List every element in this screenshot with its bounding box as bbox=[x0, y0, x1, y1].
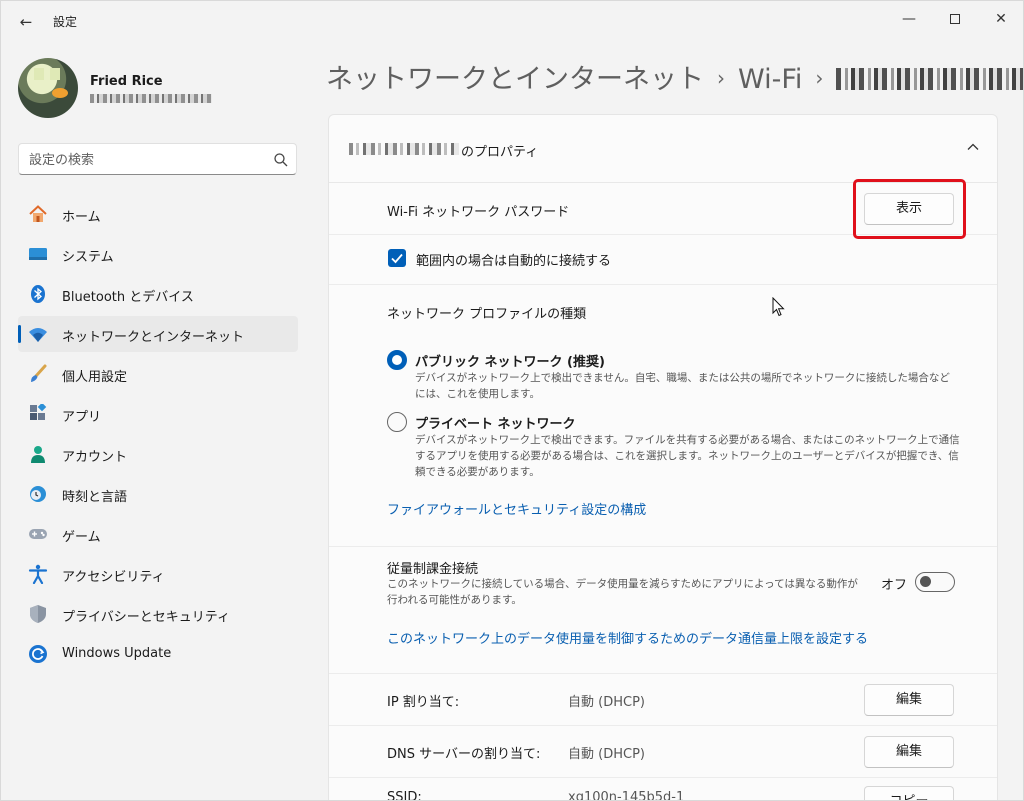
edit-dns-button[interactable]: 編集 bbox=[864, 736, 954, 768]
sidebar-item-label: Bluetooth とデバイス bbox=[62, 290, 194, 305]
breadcrumb-separator: › bbox=[717, 66, 725, 90]
breadcrumb-network-name-redacted bbox=[836, 68, 1023, 90]
sidebar-item-label: プライバシーとセキュリティ bbox=[62, 610, 230, 625]
clock-globe-icon bbox=[30, 486, 46, 502]
wifi-icon bbox=[29, 328, 47, 342]
breadcrumb-separator: › bbox=[815, 66, 824, 90]
sidebar-item-label: ゲーム bbox=[62, 530, 101, 545]
settings-window: ← 設定 — ✕ Fried Rice ホーム bbox=[0, 0, 1024, 801]
checkmark-icon bbox=[391, 253, 403, 264]
auto-connect-label: 範囲内の場合は自動的に接続する bbox=[416, 254, 612, 269]
maximize-icon bbox=[950, 14, 960, 24]
sidebar-item-label: ネットワークとインターネット bbox=[62, 330, 245, 345]
ip-assignment-value: 自動 (DHCP) bbox=[568, 695, 645, 710]
highlight-annotation bbox=[853, 179, 966, 239]
shield-icon bbox=[30, 605, 46, 623]
sidebar-item-label: ホーム bbox=[62, 210, 101, 225]
edit-ip-button[interactable]: 編集 bbox=[864, 684, 954, 716]
user-email-redacted bbox=[90, 94, 212, 103]
avatar[interactable] bbox=[18, 58, 78, 118]
sidebar-item-label: Windows Update bbox=[62, 646, 172, 661]
account-icon bbox=[31, 446, 45, 463]
sidebar-item-label: システム bbox=[62, 250, 114, 265]
sidebar-item-apps[interactable]: アプリ bbox=[18, 396, 298, 432]
title-bar: ← 設定 — ✕ bbox=[1, 1, 1023, 41]
breadcrumb-network[interactable]: ネットワークとインターネット bbox=[326, 64, 704, 95]
avatar-ear bbox=[34, 68, 44, 80]
search-input[interactable] bbox=[29, 150, 264, 170]
sidebar-item-label: アカウント bbox=[62, 450, 128, 465]
gamepad-icon bbox=[29, 529, 47, 539]
sidebar-item-home[interactable]: ホーム bbox=[18, 196, 298, 232]
profile-type-section bbox=[329, 285, 997, 547]
properties-title: のプロパティ bbox=[461, 145, 539, 160]
brush-icon bbox=[31, 364, 47, 382]
sidebar-item-label: アプリ bbox=[62, 410, 102, 425]
close-button[interactable]: ✕ bbox=[978, 7, 1023, 31]
ssid-value: xg100n-145b5d-1 bbox=[568, 790, 685, 801]
dns-assignment-value: 自動 (DHCP) bbox=[568, 747, 645, 762]
minimize-button[interactable]: — bbox=[886, 7, 932, 31]
breadcrumb: ネットワークとインターネット › Wi-Fi › bbox=[326, 57, 1023, 96]
sidebar-item-privacy[interactable]: プライバシーとセキュリティ bbox=[18, 596, 298, 632]
search-icon[interactable] bbox=[273, 152, 289, 168]
sidebar-nav: ホーム システム Bluetooth とデバイス ネットワークとインターネット bbox=[18, 196, 298, 676]
network-name-redacted bbox=[349, 143, 459, 155]
sidebar-item-network[interactable]: ネットワークとインターネット bbox=[18, 316, 298, 352]
sidebar-item-gaming[interactable]: ゲーム bbox=[18, 516, 298, 552]
accessibility-icon bbox=[28, 564, 48, 584]
avatar-plate bbox=[52, 88, 68, 98]
back-button[interactable]: ← bbox=[13, 11, 39, 33]
ssid-label: SSID: bbox=[387, 790, 422, 801]
dns-assignment-row: DNS サーバーの割り当て: 自動 (DHCP) 編集 bbox=[329, 726, 997, 778]
ssid-row: SSID: xg100n-145b5d-1 コピー bbox=[329, 778, 997, 801]
sidebar-item-personalization[interactable]: 個人用設定 bbox=[18, 356, 298, 392]
bluetooth-icon bbox=[31, 285, 45, 303]
sidebar-item-time-language[interactable]: 時刻と言語 bbox=[18, 476, 298, 512]
maximize-button[interactable] bbox=[932, 7, 978, 31]
sidebar-item-system[interactable]: システム bbox=[18, 236, 298, 272]
sidebar-item-windows-update[interactable]: Windows Update bbox=[18, 636, 298, 672]
sidebar-item-label: 時刻と言語 bbox=[62, 490, 128, 505]
update-icon bbox=[29, 645, 47, 663]
apps-icon bbox=[30, 404, 47, 420]
mouse-cursor-icon bbox=[772, 297, 785, 317]
breadcrumb-wifi[interactable]: Wi-Fi bbox=[738, 64, 802, 95]
sidebar-item-label: 個人用設定 bbox=[62, 370, 128, 385]
user-name: Fried Rice bbox=[90, 74, 163, 89]
sidebar-item-accessibility[interactable]: アクセシビリティ bbox=[18, 556, 298, 592]
sidebar-item-label: アクセシビリティ bbox=[62, 570, 165, 585]
copy-ssid-button[interactable]: コピー bbox=[864, 786, 954, 800]
app-title: 設定 bbox=[53, 15, 78, 29]
home-icon bbox=[29, 205, 47, 222]
avatar-ear bbox=[50, 68, 60, 80]
chevron-up-icon[interactable] bbox=[965, 139, 981, 155]
dns-assignment-label: DNS サーバーの割り当て: bbox=[387, 747, 541, 762]
auto-connect-checkbox[interactable] bbox=[388, 249, 406, 267]
sidebar-item-accounts[interactable]: アカウント bbox=[18, 436, 298, 472]
properties-header[interactable]: のプロパティ bbox=[329, 115, 997, 183]
ip-assignment-label: IP 割り当て: bbox=[387, 695, 460, 710]
metered-section bbox=[329, 547, 997, 674]
system-icon bbox=[29, 248, 47, 260]
search-box[interactable] bbox=[18, 143, 297, 175]
password-label: Wi-Fi ネットワーク パスワード bbox=[387, 205, 570, 220]
sidebar-item-bluetooth[interactable]: Bluetooth とデバイス bbox=[18, 276, 298, 312]
ip-assignment-row: IP 割り当て: 自動 (DHCP) 編集 bbox=[329, 674, 997, 726]
